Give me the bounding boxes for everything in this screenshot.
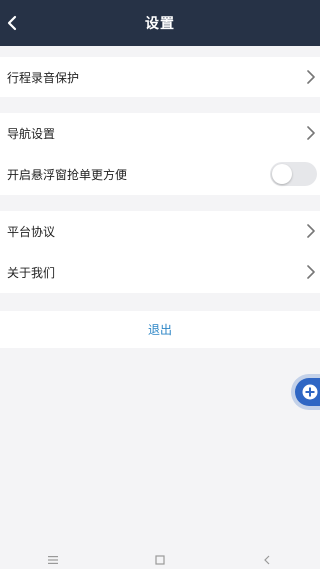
chevron-right-icon (307, 224, 315, 238)
menu-icon (48, 555, 59, 564)
logout-label: 退出 (147, 323, 172, 337)
logout-button[interactable]: 退出 (0, 311, 320, 348)
system-nav-bar (0, 550, 320, 569)
chevron-right-icon (307, 70, 315, 84)
row-platform-agreement[interactable]: 平台协议 (0, 211, 320, 251)
top-app-bar: 设置 (0, 0, 320, 46)
row-label: 开启悬浮窗抢单更方便 (7, 167, 128, 182)
row-label: 行程录音保护 (7, 70, 80, 85)
row-trip-recording[interactable]: 行程录音保护 (0, 57, 320, 97)
settings-group-about: 平台协议 关于我们 (0, 211, 320, 293)
floating-window-toggle[interactable] (270, 162, 317, 186)
nav-home-button[interactable] (150, 554, 170, 566)
toggle-knob (272, 164, 292, 184)
home-square-icon (155, 554, 165, 565)
back-button[interactable] (2, 12, 22, 34)
plus-icon (302, 384, 318, 400)
row-navigation-settings[interactable]: 导航设置 (0, 113, 320, 153)
row-label: 关于我们 (7, 265, 56, 280)
page-title: 设置 (145, 16, 175, 32)
nav-menu-button[interactable] (43, 554, 63, 566)
chevron-right-icon (307, 265, 315, 279)
settings-group-trip: 行程录音保护 (0, 57, 320, 97)
row-label: 导航设置 (7, 126, 56, 141)
row-label: 平台协议 (7, 224, 56, 239)
back-arrow-icon (7, 15, 17, 31)
row-floating-window: 开启悬浮窗抢单更方便 (0, 153, 320, 195)
row-about-us[interactable]: 关于我们 (0, 251, 320, 293)
settings-group-navigation: 导航设置 开启悬浮窗抢单更方便 (0, 113, 320, 195)
nav-back-button[interactable] (257, 554, 277, 566)
floating-add-button[interactable] (295, 378, 320, 406)
back-triangle-icon (263, 555, 270, 564)
chevron-right-icon (307, 126, 315, 140)
